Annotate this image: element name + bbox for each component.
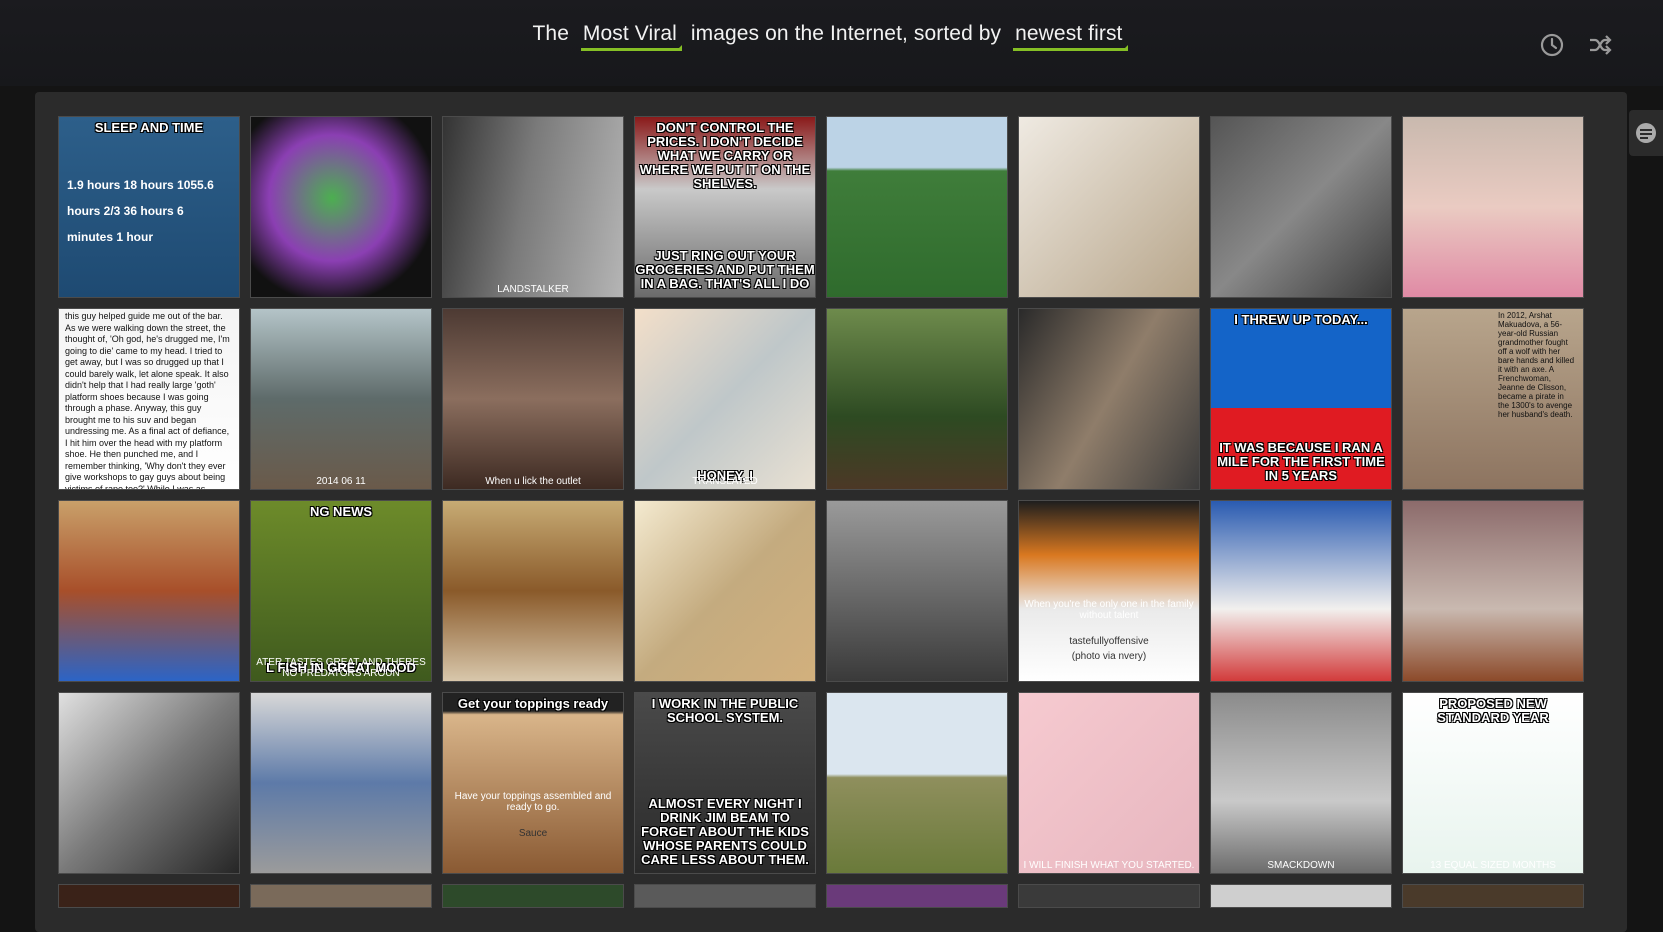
image-thumbnail[interactable]: I WILL FINISH WHAT YOU STARTED. (1018, 692, 1200, 874)
image-thumbnail[interactable] (250, 884, 432, 908)
image-thumbnail[interactable] (442, 500, 624, 682)
caption-small: When you're the only one in the family w… (1024, 599, 1194, 621)
caption-small: 13 EQUAL SIZED MONTHS (1430, 860, 1556, 871)
image-thumbnail[interactable]: DON'T CONTROL THE PRICES. I DON'T DECIDE… (634, 116, 816, 298)
caption-top: I THREW UP TODAY... (1234, 312, 1368, 327)
caption-bottom: ALMOST EVERY NIGHT I DRINK JIM BEAM TO F… (641, 796, 809, 867)
image-thumbnail[interactable] (826, 692, 1008, 874)
image-thumbnail[interactable] (1210, 884, 1392, 908)
caption-top: NG NEWS (309, 504, 373, 519)
image-thumbnail[interactable] (1210, 116, 1392, 298)
image-thumbnail[interactable]: this guy helped guide me out of the bar.… (58, 308, 240, 490)
thumbnail-text: In 2012, Arshat Makuadova, a 56-year-old… (1498, 311, 1575, 419)
image-thumbnail[interactable] (1018, 116, 1200, 298)
caption-bottom: JUST RING OUT YOUR GROCERIES AND PUT THE… (635, 248, 815, 291)
image-thumbnail[interactable]: SMACKDOWN (1210, 692, 1392, 874)
caption-small-2: tastefullyoffensive (1069, 636, 1149, 647)
caption-small: ATER TASTES GREAT AND THERES NO PREDATOR… (256, 657, 426, 679)
image-thumbnail[interactable]: When u lick the outlet (442, 308, 624, 490)
comments-toggle[interactable] (1629, 110, 1663, 156)
image-thumbnail[interactable] (58, 500, 240, 682)
caption-bottom: IT WAS BECAUSE I RAN A MILE FOR THE FIRS… (1217, 440, 1385, 483)
image-thumbnail[interactable] (58, 692, 240, 874)
caption-small: Have your toppings assembled and ready t… (454, 791, 612, 813)
caption-top: I WORK IN THE PUBLIC SCHOOL SYSTEM. (651, 696, 799, 725)
shuffle-icon[interactable] (1587, 32, 1613, 58)
image-thumbnail[interactable] (1210, 500, 1392, 682)
image-thumbnail[interactable] (250, 692, 432, 874)
caption-small: TRANSLATED (692, 476, 758, 487)
image-thumbnail[interactable] (1018, 308, 1200, 490)
sort-selector[interactable]: newest first (1013, 22, 1128, 51)
caption-top: SLEEP AND TIME (94, 120, 204, 135)
caption-small-2: Sauce (518, 828, 548, 839)
caption-small: I WILL FINISH WHAT YOU STARTED. (1023, 860, 1195, 871)
clock-icon[interactable] (1539, 32, 1565, 58)
image-thumbnail[interactable]: Get your toppings ready Have your topping… (442, 692, 624, 874)
image-thumbnail[interactable] (1402, 500, 1584, 682)
image-thumbnail[interactable]: NG NEWS L FISH IN GREAT MOOD ATER TASTES G… (250, 500, 432, 682)
image-thumbnail[interactable] (58, 884, 240, 908)
image-thumbnail[interactable] (634, 884, 816, 908)
caption-small: SMACKDOWN (1267, 860, 1335, 871)
image-thumbnail[interactable] (826, 500, 1008, 682)
image-thumbnail[interactable] (826, 116, 1008, 298)
image-thumbnail[interactable] (1402, 116, 1584, 298)
image-thumbnail[interactable] (634, 500, 816, 682)
top-bar: The Most Viral images on the Internet, s… (0, 0, 1663, 86)
infographic-stats: 1.9 hours 18 hours 1055.6 hours 2/3 36 h… (67, 178, 214, 244)
image-thumbnail[interactable] (826, 308, 1008, 490)
image-thumbnail[interactable]: When you're the only one in the family w… (1018, 500, 1200, 682)
headline-middle: images on the Internet, sorted by (690, 22, 1002, 45)
image-thumbnail[interactable] (826, 884, 1008, 908)
caption-small: LANDSTALKER (497, 284, 569, 295)
image-thumbnail[interactable] (442, 884, 624, 908)
image-thumbnail[interactable]: In 2012, Arshat Makuadova, a 56-year-old… (1402, 308, 1584, 490)
headline-prefix: The (532, 22, 569, 45)
thumbnail-text: this guy helped guide me out of the bar.… (65, 311, 230, 490)
caption-small: 2014 06 11 (316, 476, 366, 487)
section-selector[interactable]: Most Viral (580, 22, 682, 51)
image-thumbnail[interactable]: 2014 06 11 (250, 308, 432, 490)
caption-small-3: (photo via nvery) (1071, 651, 1147, 662)
caption-top: PROPOSED NEW STANDARD YEAR (1437, 696, 1549, 725)
image-thumbnail[interactable]: SLEEP AND TIME 1.9 hours 18 hours 1055.6 … (58, 116, 240, 298)
caption-top: DON'T CONTROL THE PRICES. I DON'T DECIDE… (639, 120, 811, 191)
caption-small: When u lick the outlet (485, 476, 581, 487)
image-thumbnail[interactable]: I THREW UP TODAY... IT WAS BECAUSE I RAN … (1210, 308, 1392, 490)
caption-top: Get your toppings ready (457, 696, 609, 711)
image-thumbnail[interactable]: LANDSTALKER (442, 116, 624, 298)
image-thumbnail[interactable] (1402, 884, 1584, 908)
image-thumbnail[interactable]: PROPOSED NEW STANDARD YEAR 13 EQUAL SIZED… (1402, 692, 1584, 874)
image-thumbnail[interactable]: I WORK IN THE PUBLIC SCHOOL SYSTEM. ALMOS… (634, 692, 816, 874)
headline: The Most Viral images on the Internet, s… (0, 22, 1663, 51)
image-thumbnail[interactable] (1018, 884, 1200, 908)
image-thumbnail[interactable] (250, 116, 432, 298)
image-thumbnail[interactable]: HONEY, I TRANSLATED (634, 308, 816, 490)
